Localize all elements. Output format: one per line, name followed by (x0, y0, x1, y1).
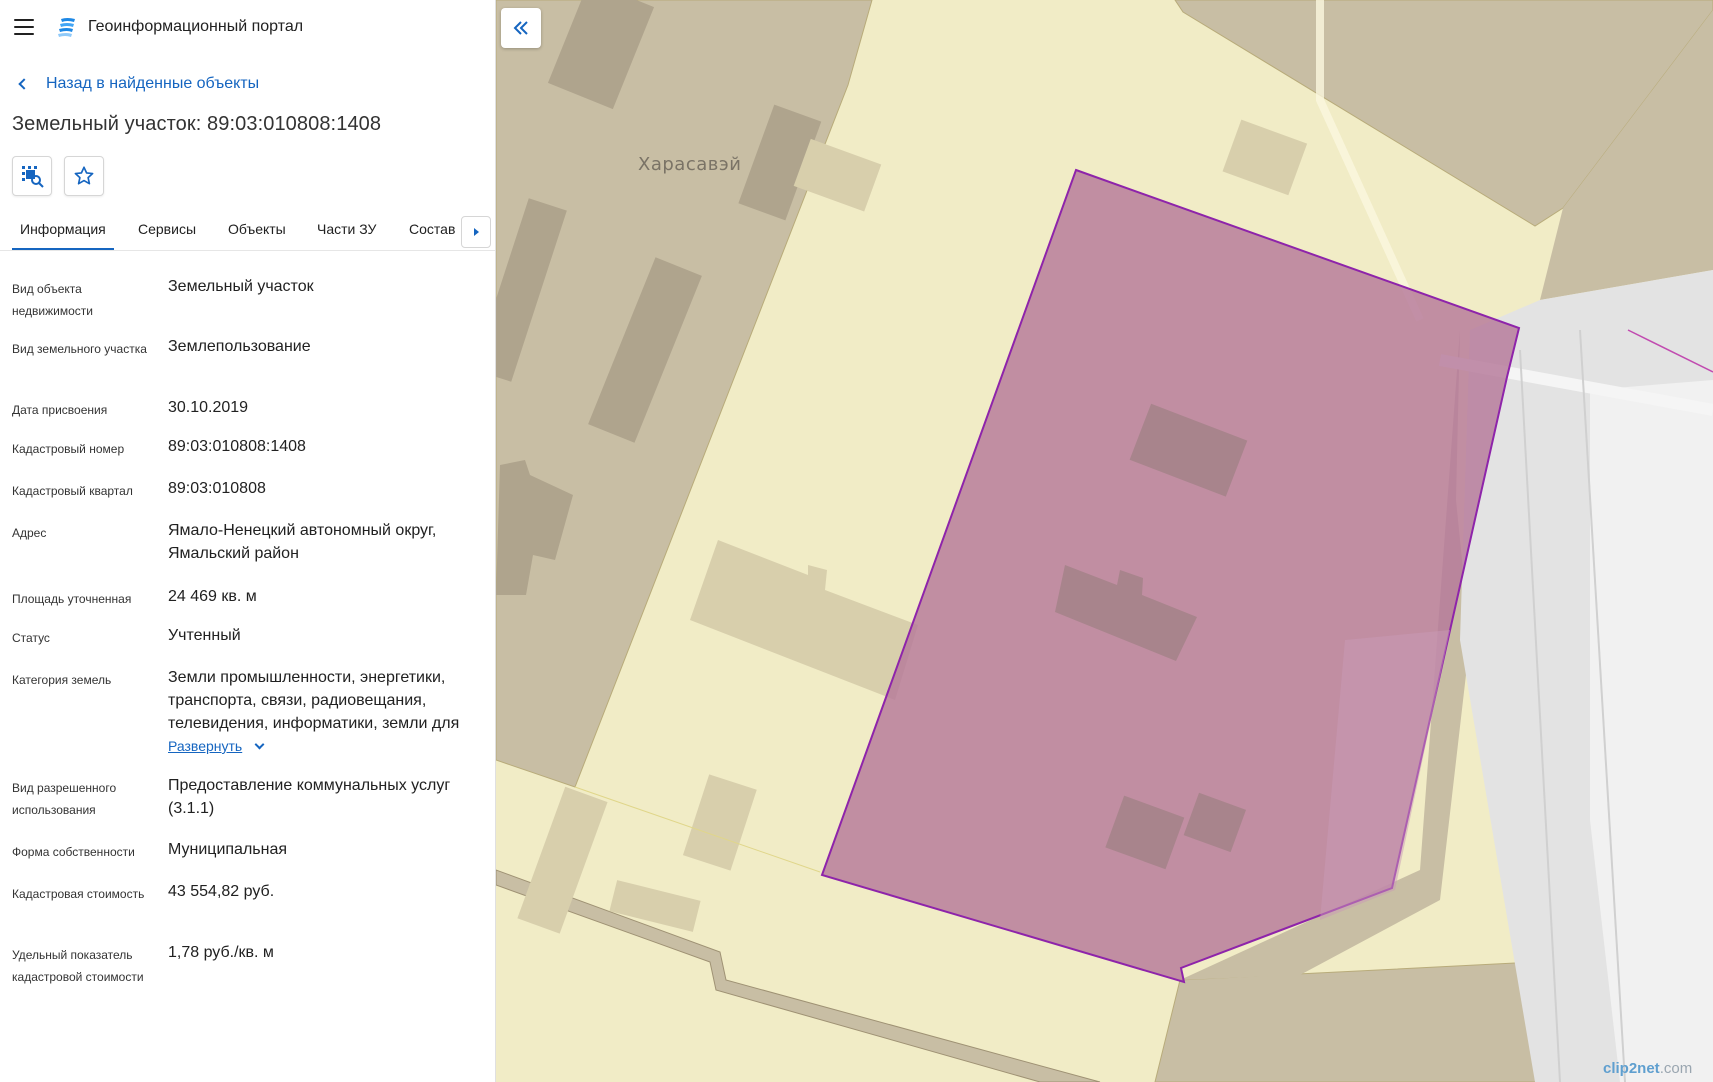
app-title: Геоинформационный портал (88, 18, 304, 35)
detail-label: Статус (12, 631, 50, 645)
detail-label: Дата присвоения (12, 403, 108, 417)
caret-right-icon (473, 228, 479, 236)
chevron-down-icon (254, 739, 265, 749)
watermark-domain: .com (1659, 1060, 1693, 1077)
expand-link[interactable]: Развернуть (168, 738, 265, 754)
detail-label: Форма собственности (12, 845, 135, 859)
watermark: clip2net.com (1603, 1060, 1692, 1077)
detail-value: 1,78 руб./кв. м (168, 944, 274, 961)
detail-label: Площадь уточненная (12, 592, 132, 606)
watermark-brand: clip2net (1603, 1060, 1660, 1077)
detail-value: 89:03:010808:1408 (168, 438, 306, 455)
detail-label: Кадастровая стоимость (12, 887, 145, 901)
detail-value: 89:03:010808 (168, 480, 266, 497)
place-label: Харасавэй (638, 154, 742, 175)
detail-value: Муниципальная (168, 841, 288, 858)
tabs-scroll-right-button[interactable] (461, 216, 491, 248)
detail-value: Предоставление коммунальных услуг (3.1.1… (168, 777, 451, 817)
tab-information[interactable]: Информация (20, 221, 106, 237)
locate-on-map-button[interactable] (12, 156, 52, 196)
detail-label: Адрес (12, 526, 47, 540)
info-tabs: Информация Сервисы Объекты Части ЗУ Сост… (0, 213, 495, 251)
detail-label: Удельный показатель кадастровой стоимост… (12, 948, 144, 984)
road-east-inner (1590, 380, 1713, 1082)
page-title: Земельный участок: 89:03:010808:1408 (12, 113, 382, 135)
panel-header: Геоинформационный портал (0, 0, 495, 56)
detail-value: 24 469 кв. м (168, 588, 257, 605)
add-to-favorites-button[interactable] (64, 156, 104, 196)
active-tab-indicator (12, 248, 114, 250)
tab-parcel-parts[interactable]: Части ЗУ (317, 221, 376, 237)
detail-value: Ямало-Ненецкий автономный округ, Ямальск… (168, 522, 437, 562)
zone-southeast (1154, 961, 1561, 1082)
map-view[interactable]: Харасавэй (496, 0, 1713, 1082)
detail-label: Вид объекта недвижимости (12, 282, 93, 318)
detail-value: Учтенный (168, 627, 241, 644)
map-locate-icon (22, 166, 44, 188)
detail-value: 30.10.2019 (168, 399, 249, 416)
back-to-results-link[interactable]: Назад в найденные объекты (18, 73, 259, 95)
detail-value: 43 554,82 руб. (168, 883, 275, 900)
tab-objects[interactable]: Объекты (228, 221, 286, 237)
back-link-label: Назад в найденные объекты (46, 75, 260, 92)
detail-label: Кадастровый квартал (12, 484, 133, 498)
hamburger-menu-icon[interactable] (14, 19, 34, 35)
detail-value: Земли промышленности, энергетики, трансп… (168, 669, 460, 732)
double-chevron-left-icon (513, 21, 528, 35)
collapse-panel-button[interactable] (501, 8, 541, 48)
expand-link-label: Развернуть (168, 738, 243, 754)
star-icon (74, 166, 94, 185)
object-info-panel: Геоинформационный портал Назад в найденн… (0, 0, 496, 1082)
tab-services[interactable]: Сервисы (138, 221, 196, 237)
detail-label: Категория земель (12, 673, 112, 687)
detail-value: Земельный участок (168, 278, 314, 295)
detail-label: Кадастровый номер (12, 442, 125, 456)
detail-value: Землепользование (168, 338, 311, 355)
detail-label: Вид разрешенного использования (12, 781, 117, 817)
detail-label: Вид земельного участка (12, 342, 147, 356)
portal-logo-icon (57, 17, 77, 39)
tab-composition[interactable]: Состав (409, 221, 455, 237)
chevron-left-icon (18, 78, 30, 90)
